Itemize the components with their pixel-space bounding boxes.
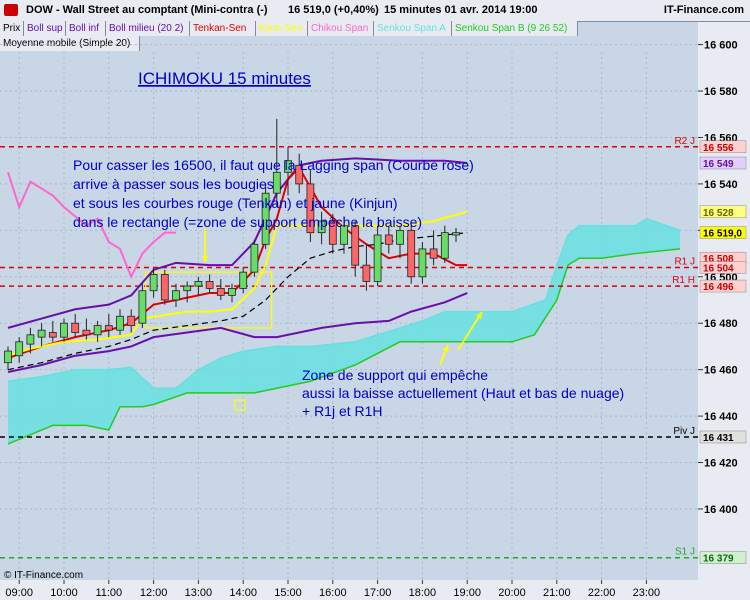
candle-down — [160, 274, 169, 301]
y-tick-label: 16 420 — [704, 458, 738, 470]
pivot-label: R2 J — [674, 136, 695, 147]
candle-up — [172, 290, 180, 301]
x-tick-label: 09:00 — [5, 587, 33, 599]
x-tick-label: 13:00 — [185, 587, 213, 599]
x-tick-label: 15:00 — [274, 587, 302, 599]
x-tick-label: 14:00 — [229, 587, 257, 599]
pivot-label: R1 H — [672, 275, 695, 286]
x-tick-label: 16:00 — [319, 587, 347, 599]
candle-down — [351, 225, 360, 266]
y-tick-label: 16 600 — [704, 40, 738, 52]
candle-up — [452, 232, 460, 236]
candle-up — [15, 341, 24, 357]
price-tag-label: 16 504 — [703, 263, 734, 274]
candle-down — [82, 329, 91, 336]
price-tag-label: 16 519,0 — [703, 229, 742, 240]
candle-up — [93, 325, 102, 336]
pivot-label: R1 J — [674, 256, 695, 267]
candle-up — [250, 243, 259, 273]
candle-up — [60, 322, 68, 338]
x-tick-label: 11:00 — [95, 587, 122, 599]
y-tick-label: 16 460 — [704, 365, 738, 377]
copyright-label: © IT-Finance.com — [4, 570, 83, 581]
x-tick-label: 17:00 — [364, 587, 392, 599]
candle-up — [149, 274, 158, 292]
pivot-label: Piv J — [673, 426, 695, 437]
price-tag-label: 16 556 — [703, 143, 734, 154]
price-tag-label: 16 431 — [703, 433, 734, 444]
candle-down — [407, 229, 416, 278]
candle-up — [116, 315, 124, 331]
candle-up — [26, 334, 35, 345]
chart-window: DOW - Wall Street au comptant (Mini-cont… — [0, 0, 750, 600]
annotation-main-line: dans le rectangle (=zone de support empê… — [73, 214, 422, 230]
candle-up — [418, 248, 427, 278]
x-tick-label: 18:00 — [409, 587, 437, 599]
plot-background — [0, 52, 698, 580]
annotation-zone-line: Zone de support qui empêche — [302, 367, 488, 383]
ichimoku-chart: R2 JR1 JR1 HPiv JS1 J 16 60016 58016 560… — [0, 22, 750, 600]
annotation-main-line: arrive à passer sous les bougies — [73, 176, 274, 192]
candle-up — [4, 350, 12, 364]
x-tick-label: 19:00 — [453, 587, 481, 599]
candle-down — [216, 287, 225, 296]
y-tick-label: 16 400 — [704, 504, 738, 516]
y-tick-label: 16 540 — [704, 179, 738, 191]
candle-up — [272, 171, 281, 194]
pivot-label: S1 J — [675, 547, 695, 558]
x-tick-label: 22:00 — [588, 587, 616, 599]
annotation-main-line: Pour casser les 16500, il faut que la La… — [73, 157, 474, 173]
candle-down — [104, 325, 113, 331]
candle-up — [138, 290, 147, 324]
candle-up — [396, 229, 404, 245]
price-tag-label: 16 549 — [703, 159, 734, 170]
annotation-zone-line: + R1j et R1H — [302, 403, 383, 419]
candle-up — [239, 271, 248, 289]
price-tag-label: 16 379 — [703, 554, 734, 565]
annotation-zone-line: aussi la baisse actuellement (Haut et ba… — [302, 385, 624, 401]
price-tag-label: 16 496 — [703, 282, 734, 293]
candle-down — [384, 234, 393, 245]
candle-up — [37, 329, 46, 338]
y-tick-label: 16 580 — [704, 86, 738, 98]
candle-down — [362, 264, 371, 282]
x-tick-label: 20:00 — [498, 587, 526, 599]
x-tick-label: 10:00 — [50, 587, 78, 599]
chart-title: ICHIMOKU 15 minutes — [138, 69, 311, 88]
candle-down — [48, 332, 57, 338]
price-tag-label: 16 528 — [703, 208, 734, 219]
x-tick-label: 23:00 — [633, 587, 661, 599]
x-tick-label: 12:00 — [140, 587, 168, 599]
annotation-main-line: et sous les courbes rouge (Tenkan) et ja… — [73, 195, 398, 211]
candle-up — [373, 234, 382, 282]
y-axis-panel — [698, 22, 750, 580]
candle-up — [440, 232, 449, 259]
candle-up — [228, 287, 236, 296]
x-tick-label: 21:00 — [543, 587, 571, 599]
candle-down — [429, 248, 438, 259]
candle-down — [205, 281, 214, 289]
y-tick-label: 16 480 — [704, 318, 738, 330]
y-tick-label: 16 440 — [704, 411, 738, 423]
candle-up — [194, 281, 203, 287]
candle-down — [127, 315, 136, 326]
candle-down — [71, 322, 80, 333]
candle-up — [183, 285, 192, 292]
